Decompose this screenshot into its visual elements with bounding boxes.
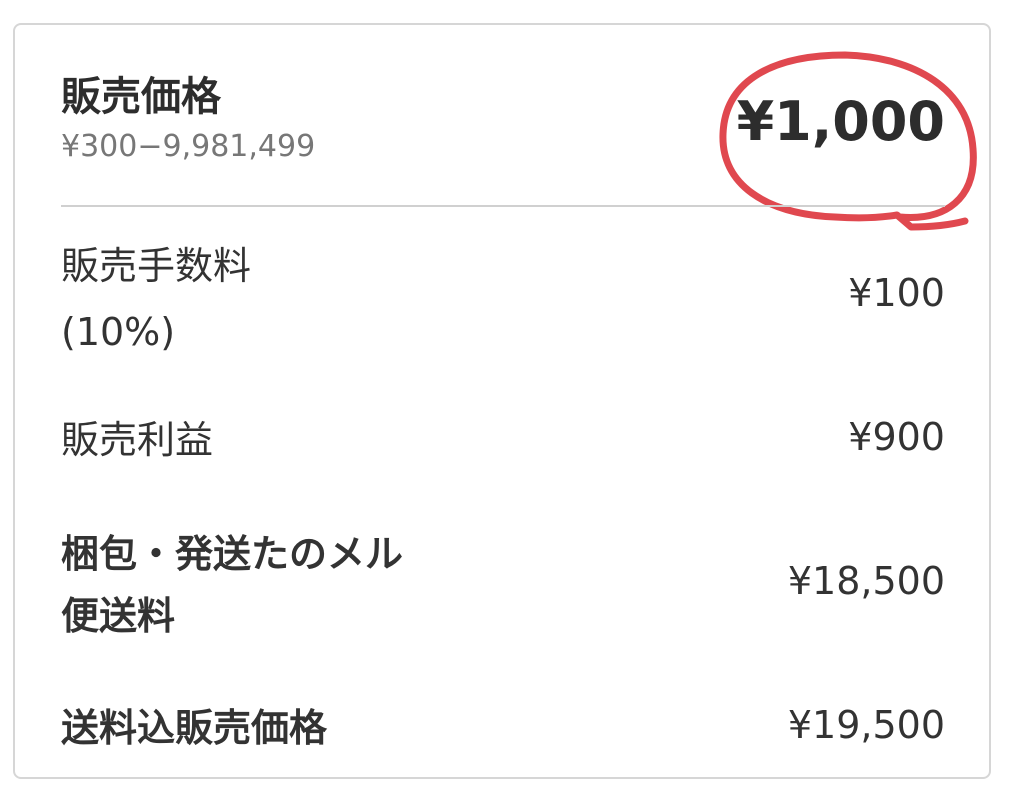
profit-value: ¥900 [848,415,945,459]
divider [61,205,945,207]
price-breakdown-card: 販売価格 ¥300−9,981,499 ¥1,000 販売手数料 (10%) ¥… [13,23,991,779]
total-label: 送料込販売価格 [61,706,328,750]
total-value: ¥19,500 [787,703,945,747]
profit-label: 販売利益 [61,418,214,462]
shipping-label-cont: 便送料 [61,594,176,638]
fee-value: ¥100 [848,271,945,315]
fee-rate-label: (10%) [61,310,176,354]
price-value[interactable]: ¥1,000 [737,87,945,157]
shipping-value: ¥18,500 [787,559,945,603]
price-label: 販売価格 [61,74,221,120]
price-range-hint: ¥300−9,981,499 [61,129,316,164]
fee-label: 販売手数料 [61,244,252,288]
shipping-label: 梱包・発送たのメル [61,532,404,576]
